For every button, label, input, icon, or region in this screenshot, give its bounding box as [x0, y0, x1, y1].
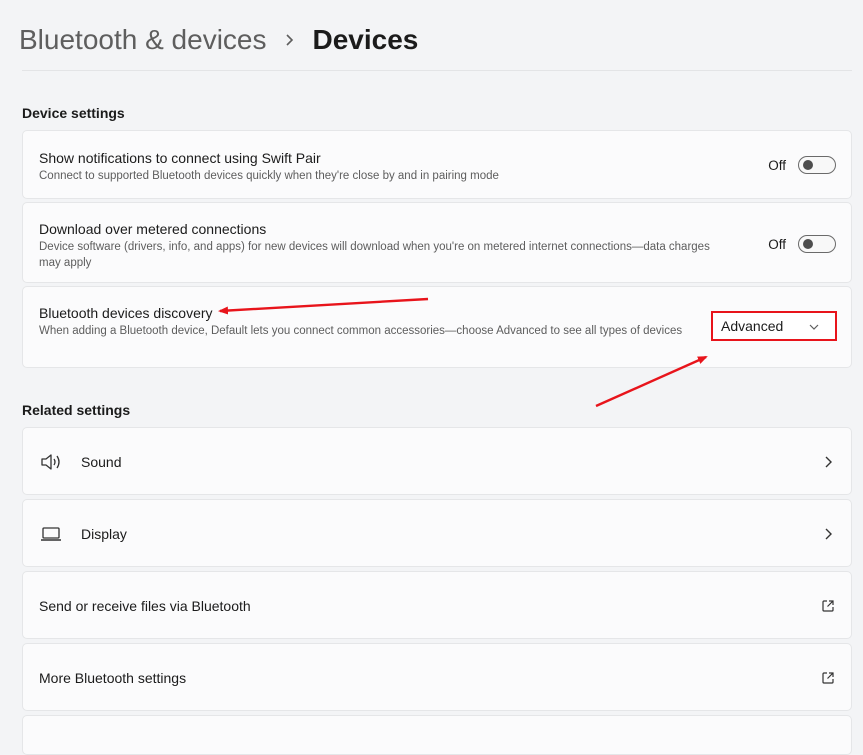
toggle-knob	[803, 160, 813, 170]
metered-toggle-group: Off	[768, 235, 836, 253]
metered-connections-title: Download over metered connections	[39, 221, 267, 237]
chevron-right-icon	[285, 33, 299, 47]
chevron-down-icon	[809, 324, 819, 330]
page-title: Devices	[312, 24, 419, 55]
related-item-more-bluetooth-settings-label: More Bluetooth settings	[39, 670, 187, 686]
chevron-right-icon	[825, 528, 832, 540]
bluetooth-discovery-dropdown[interactable]: Advanced	[711, 311, 837, 341]
breadcrumb: Bluetooth & devices Devices	[19, 20, 418, 60]
speaker-icon	[39, 452, 63, 472]
bluetooth-discovery-description: When adding a Bluetooth device, Default …	[39, 325, 683, 337]
related-item-partial[interactable]	[22, 715, 852, 755]
toggle-knob	[803, 239, 813, 249]
swift-pair-toggle-group: Off	[768, 156, 836, 174]
metered-connections-toggle[interactable]	[798, 235, 836, 253]
swift-pair-toggle-label: Off	[768, 157, 786, 173]
swift-pair-setting-card: Show notifications to connect using Swif…	[22, 130, 852, 199]
related-item-sound-label: Sound	[81, 454, 122, 470]
related-settings-heading: Related settings	[22, 402, 131, 418]
bluetooth-discovery-setting-card: Bluetooth devices discovery When adding …	[22, 286, 852, 368]
related-item-display-label: Display	[81, 526, 127, 542]
bluetooth-discovery-title: Bluetooth devices discovery	[39, 305, 213, 321]
swift-pair-title: Show notifications to connect using Swif…	[39, 150, 321, 166]
related-item-more-bluetooth-settings[interactable]: More Bluetooth settings	[22, 643, 852, 711]
related-item-sound[interactable]: Sound	[22, 427, 852, 495]
swift-pair-toggle[interactable]	[798, 156, 836, 174]
related-item-display[interactable]: Display	[22, 499, 852, 567]
breadcrumb-parent-link[interactable]: Bluetooth & devices	[19, 24, 267, 56]
external-link-icon	[822, 600, 834, 612]
laptop-icon	[39, 524, 63, 544]
related-item-send-receive-files-label: Send or receive files via Bluetooth	[39, 598, 251, 614]
chevron-right-icon	[825, 456, 832, 468]
external-link-icon	[822, 672, 834, 684]
metered-connections-setting-card: Download over metered connections Device…	[22, 202, 852, 283]
device-settings-heading: Device settings	[22, 105, 125, 121]
dropdown-selected-value: Advanced	[721, 318, 784, 334]
header-divider	[22, 70, 852, 71]
related-item-send-receive-files[interactable]: Send or receive files via Bluetooth	[22, 571, 852, 639]
metered-connections-description: Device software (drivers, info, and apps…	[39, 241, 710, 269]
swift-pair-description: Connect to supported Bluetooth devices q…	[39, 170, 499, 182]
metered-toggle-label: Off	[768, 236, 786, 252]
